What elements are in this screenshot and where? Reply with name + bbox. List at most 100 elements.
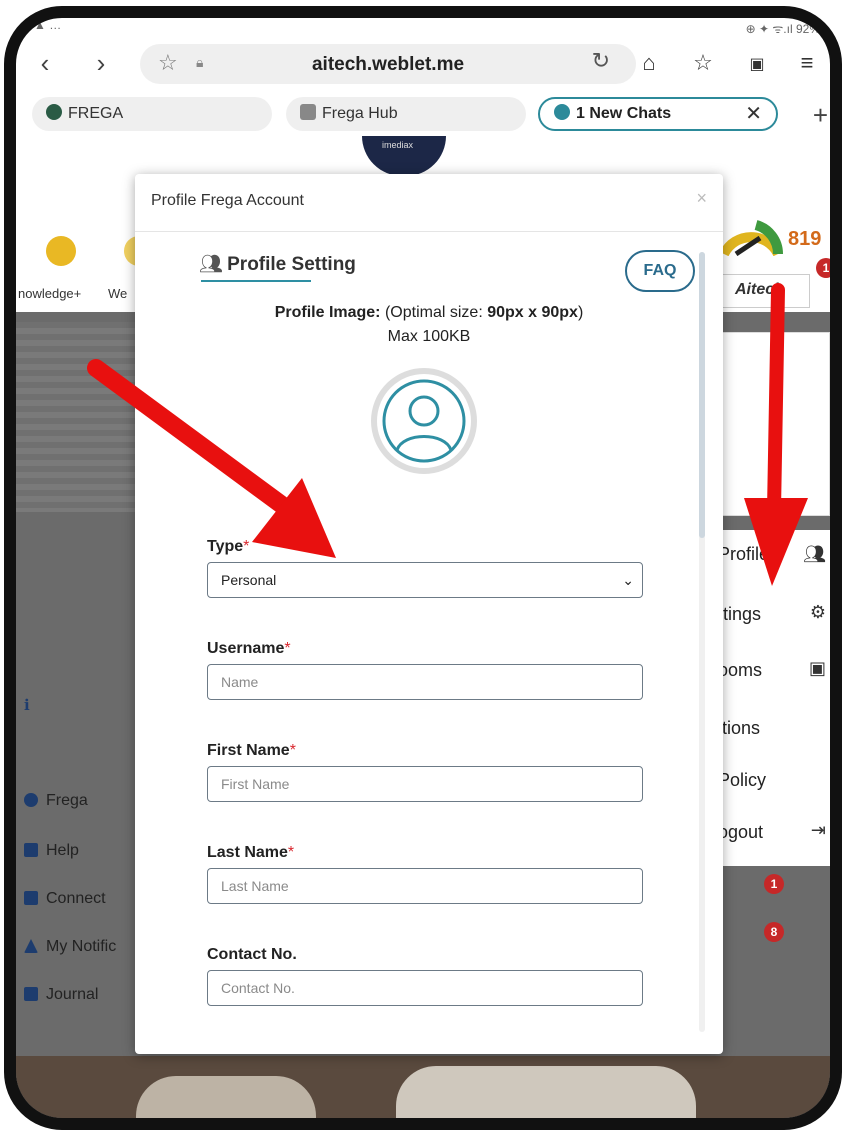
- profile-icon[interactable]: 👥︎: [803, 544, 826, 565]
- status-bar: ▲ … ⊕ ✦ ᯤ.ıl 92%: [16, 18, 830, 40]
- frega-tab-icon: [46, 104, 62, 120]
- close-icon[interactable]: ×: [696, 188, 707, 209]
- menu-item-journal[interactable]: Journal: [24, 986, 98, 1004]
- contact-field: Contact No. Contact No.: [207, 946, 643, 1006]
- type-select[interactable]: Personal ⌄: [207, 562, 643, 598]
- type-label-text: Type: [207, 538, 244, 555]
- contact-label-text: Contact No.: [207, 946, 297, 963]
- hint-size: 90px x 90px: [487, 304, 578, 321]
- scrollbar-thumb[interactable]: [699, 252, 705, 538]
- close-tab-icon[interactable]: ✕: [745, 99, 762, 129]
- device-frame: ▲ … ⊕ ✦ ᯤ.ıl 92% ‹ › ☆ 🔒︎ aitech.weblet.…: [0, 0, 846, 1134]
- modal-title: Profile Frega Account: [151, 192, 304, 209]
- address-bar-row: ‹ › ☆ 🔒︎ aitech.weblet.me ↻ ⌂ ☆ ▣ ≡: [16, 40, 830, 90]
- last-name-input[interactable]: Last Name: [207, 868, 643, 904]
- avatar-upload[interactable]: [371, 368, 477, 474]
- last-name-label-text: Last Name: [207, 844, 288, 861]
- username-label: Username*: [207, 640, 291, 657]
- status-left: ▲ …: [34, 18, 62, 32]
- tabs-row: FREGA Frega Hub 1 New Chats ✕ +: [16, 94, 830, 134]
- screen: ▲ … ⊕ ✦ ᯤ.ıl 92% ‹ › ☆ 🔒︎ aitech.weblet.…: [16, 18, 830, 1118]
- reload-icon[interactable]: ↻: [592, 48, 610, 74]
- type-field: Type* Personal ⌄: [207, 538, 643, 598]
- first-name-input[interactable]: First Name: [207, 766, 643, 802]
- notification-badge-notifications: 8: [764, 922, 784, 942]
- first-name-label: First Name*: [207, 742, 296, 759]
- max-size-text: Max 100KB: [387, 328, 471, 345]
- modal-header: Profile Frega Account ×: [135, 174, 723, 232]
- menu-label: Frega: [46, 792, 88, 809]
- section-heading-text: Profile Setting: [227, 254, 356, 275]
- menu-item-connect[interactable]: Connect: [24, 890, 106, 908]
- menu-label: Help: [46, 842, 79, 859]
- chevron-down-icon: ⌄: [622, 572, 634, 588]
- status-right: ⊕ ✦ ᯤ.ıl 92%: [745, 22, 820, 36]
- contact-label: Contact No.: [207, 946, 643, 964]
- profile-image-label: Profile Image:: [274, 304, 381, 321]
- url-box[interactable]: ☆ 🔒︎ aitech.weblet.me ↻: [140, 44, 636, 84]
- tab-frega[interactable]: FREGA: [32, 97, 272, 131]
- logout-icon[interactable]: ⇥: [811, 820, 826, 841]
- tab-label: Frega Hub: [322, 105, 398, 122]
- profile-modal: Profile Frega Account × 👥︎ Profile Settin…: [135, 174, 723, 1054]
- menu-icon[interactable]: ≡: [792, 50, 822, 80]
- menu-item-frega[interactable]: Frega: [24, 792, 88, 810]
- tab-new-chats[interactable]: 1 New Chats ✕: [538, 97, 778, 131]
- knowledge-icon[interactable]: [46, 236, 76, 266]
- forward-icon[interactable]: ›: [86, 48, 116, 78]
- section-underline: [201, 280, 311, 282]
- username-field: Username* Name: [207, 640, 643, 700]
- gauge-icon: [719, 220, 784, 256]
- username-label-text: Username: [207, 640, 285, 657]
- aitech-label: Aitech: [735, 281, 784, 298]
- tab-label: 1 New Chats: [576, 105, 672, 122]
- first-name-field: First Name* First Name: [207, 742, 643, 802]
- tab-frega-hub[interactable]: Frega Hub: [286, 97, 526, 131]
- rooms-icon[interactable]: ▣: [809, 658, 826, 679]
- avatar-icon: [382, 379, 466, 463]
- url-text[interactable]: aitech.weblet.me: [140, 54, 636, 76]
- menu-label: Connect: [46, 890, 106, 907]
- site-logo: imediax: [362, 136, 446, 176]
- info-icon[interactable]: ℹ: [24, 696, 30, 714]
- hint-a: (Optimal size:: [384, 304, 488, 321]
- menu-item-logout[interactable]: ogout: [718, 822, 763, 843]
- menu-item-conditions[interactable]: itions: [718, 718, 760, 739]
- left-panel-stripes: [16, 322, 146, 512]
- profile-image-hint: Profile Image: (Optimal size: 90px x 90p…: [135, 304, 723, 322]
- back-icon[interactable]: ‹: [30, 48, 60, 78]
- contact-input[interactable]: Contact No.: [207, 970, 643, 1006]
- menu-item-help[interactable]: Help: [24, 842, 79, 860]
- background-photo: [16, 1056, 830, 1118]
- chats-tab-icon: [554, 104, 570, 120]
- menu-item-rooms[interactable]: ooms: [718, 660, 762, 681]
- faq-button[interactable]: FAQ: [625, 250, 695, 292]
- profile-setting-icon: 👥︎: [199, 254, 224, 275]
- username-input[interactable]: Name: [207, 664, 643, 700]
- aitech-tab[interactable]: Aitech: [720, 274, 810, 308]
- knowledge-label: nowledge+: [18, 286, 82, 301]
- right-panel-box: [716, 332, 830, 516]
- settings-icon[interactable]: ⚙: [810, 602, 826, 623]
- menu-label: My Notific: [46, 938, 117, 955]
- modal-body: 👥︎ Profile Setting FAQ Profile Image: (Op…: [135, 232, 723, 1054]
- menu-item-policy[interactable]: Policy: [718, 770, 766, 791]
- menu-item-notifications[interactable]: My Notific: [24, 938, 116, 956]
- section-heading: 👥︎ Profile Setting: [199, 252, 356, 276]
- notification-badge-connect: 1: [764, 874, 784, 894]
- tabs-count-icon[interactable]: ▣: [742, 54, 772, 84]
- last-name-label: Last Name*: [207, 844, 295, 861]
- aitech-badge: 1: [816, 258, 830, 278]
- score-value: 819: [788, 228, 822, 250]
- left-menu: ℹ Frega Help Connect My Notific Journal: [16, 312, 146, 1118]
- right-profile-menu: Profile 👥︎ ttings ⚙ ooms ▣ itions Policy…: [716, 530, 830, 866]
- menu-item-settings[interactable]: ttings: [718, 604, 761, 625]
- last-name-field: Last Name* Last Name: [207, 844, 643, 904]
- modal-scrollbar[interactable]: [699, 252, 705, 1032]
- favorites-icon[interactable]: ☆: [688, 50, 718, 80]
- type-value: Personal: [221, 572, 277, 588]
- menu-item-profile[interactable]: Profile: [718, 544, 769, 565]
- home-icon[interactable]: ⌂: [634, 50, 664, 80]
- first-name-label-text: First Name: [207, 742, 290, 759]
- new-tab-icon[interactable]: +: [813, 100, 828, 131]
